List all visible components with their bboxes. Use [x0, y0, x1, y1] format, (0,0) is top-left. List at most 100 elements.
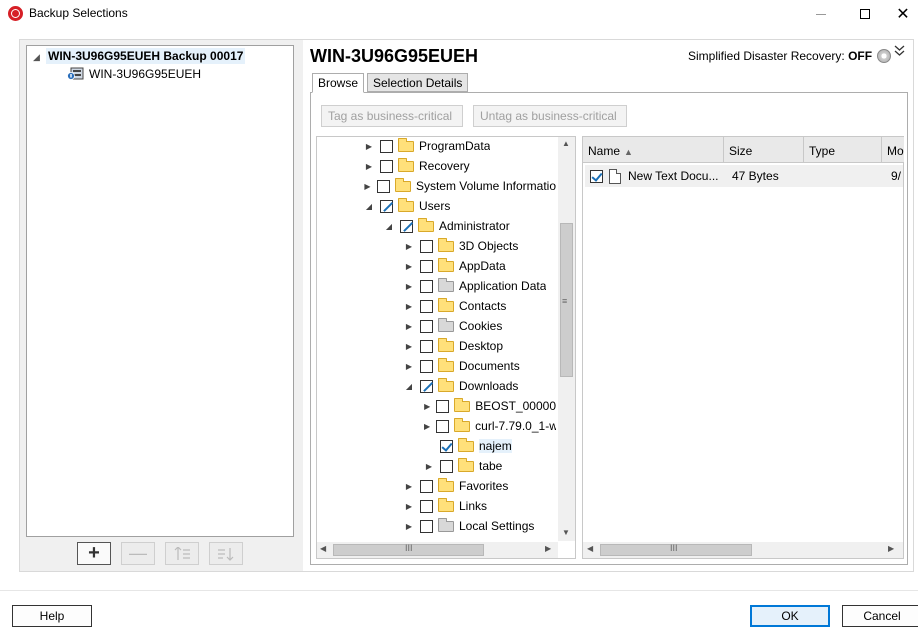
- chevron-down-icon[interactable]: ◢: [364, 202, 374, 211]
- help-button[interactable]: Help: [12, 605, 92, 627]
- chevron-right-icon[interactable]: ▶: [424, 402, 430, 411]
- sdr-toggle-icon[interactable]: [877, 49, 891, 63]
- expand-arrow-icon[interactable]: ◢: [33, 52, 40, 63]
- chevron-right-icon[interactable]: ▶: [364, 142, 374, 151]
- selection-checkbox[interactable]: [440, 439, 453, 453]
- selection-checkbox[interactable]: [420, 239, 433, 253]
- selection-checkbox[interactable]: [420, 519, 433, 533]
- tree-item[interactable]: ▶ Favorites: [404, 476, 508, 496]
- remove-button[interactable]: —: [121, 542, 155, 565]
- column-header-size[interactable]: Size: [724, 137, 804, 163]
- folder-icon: [454, 417, 471, 432]
- chevron-right-icon[interactable]: ▶: [404, 282, 414, 291]
- column-header-name[interactable]: Name ▲: [583, 137, 724, 163]
- tree-item[interactable]: ▶ AppData: [404, 256, 506, 276]
- tree-item[interactable]: najem: [424, 436, 512, 456]
- selection-checkbox[interactable]: [400, 219, 413, 233]
- selection-checkbox[interactable]: [420, 359, 433, 373]
- tree-item[interactable]: ▶ tabe: [424, 456, 502, 476]
- scroll-right-arrow-icon[interactable]: ▶: [888, 544, 894, 553]
- selection-checkbox[interactable]: [420, 259, 433, 273]
- chevron-right-icon[interactable]: ▶: [364, 162, 374, 171]
- selection-checkbox[interactable]: [420, 379, 433, 393]
- tree-root-backup[interactable]: WIN-3U96G95EUEH Backup 00017: [46, 48, 246, 64]
- selection-checkbox[interactable]: [376, 179, 390, 193]
- tab-selection-details[interactable]: Selection Details: [367, 73, 469, 92]
- selection-checkbox[interactable]: [420, 279, 433, 293]
- table-row[interactable]: New Text Docu... 47 Bytes 9/: [585, 165, 903, 187]
- selection-checkbox[interactable]: [380, 199, 393, 213]
- tree-item[interactable]: ▶ curl-7.79.0_1-w: [424, 416, 556, 436]
- tree-item[interactable]: ▶ Documents: [404, 356, 520, 376]
- tree-item[interactable]: ◢ Downloads: [404, 376, 518, 396]
- tree-item[interactable]: ▶ Application Data: [404, 276, 546, 296]
- selection-checkbox[interactable]: [420, 499, 433, 513]
- selection-checkbox[interactable]: [420, 319, 433, 333]
- file-checkbox[interactable]: [590, 169, 603, 183]
- minimize-icon: [816, 13, 826, 15]
- scroll-up-arrow-icon[interactable]: ▲: [562, 139, 570, 148]
- selection-checkbox[interactable]: [420, 299, 433, 313]
- chevron-right-icon[interactable]: ▶: [404, 302, 414, 311]
- tree-item-label: Administrator: [439, 219, 510, 233]
- selection-checkbox[interactable]: [420, 479, 433, 493]
- chevron-right-icon[interactable]: ▶: [404, 262, 414, 271]
- tree-item[interactable]: ▶ Cookies: [404, 316, 502, 336]
- chevron-right-icon[interactable]: ▶: [424, 462, 434, 471]
- chevron-right-icon[interactable]: ▶: [404, 362, 414, 371]
- chevron-right-icon[interactable]: ▶: [364, 182, 371, 191]
- tree-item[interactable]: ◢ Users: [364, 196, 450, 216]
- double-chevron-down-icon[interactable]: [894, 45, 905, 60]
- selection-checkbox[interactable]: [380, 159, 393, 173]
- tree-item[interactable]: ▶ System Volume Informatio: [364, 176, 556, 196]
- tree-item[interactable]: ▶ Contacts: [404, 296, 506, 316]
- selection-checkbox[interactable]: [436, 419, 450, 433]
- tag-business-critical-button[interactable]: Tag as business-critical: [321, 105, 463, 127]
- scroll-left-arrow-icon[interactable]: ◀: [320, 544, 326, 553]
- chevron-right-icon[interactable]: ▶: [404, 482, 414, 491]
- scroll-right-arrow-icon[interactable]: ▶: [545, 544, 551, 553]
- scroll-left-arrow-icon[interactable]: ◀: [587, 544, 593, 553]
- add-button[interactable]: +: [77, 542, 111, 565]
- selection-checkbox[interactable]: [380, 139, 393, 153]
- selection-checkbox[interactable]: [420, 339, 433, 353]
- tree-item[interactable]: ▶ 3D Objects: [404, 236, 518, 256]
- ok-button[interactable]: OK: [750, 605, 830, 627]
- selection-checkbox[interactable]: [440, 459, 453, 473]
- close-button[interactable]: ✕: [880, 0, 918, 28]
- folder-shortcut-icon: [438, 517, 454, 532]
- chevron-right-icon[interactable]: ▶: [404, 502, 414, 511]
- tab-browse[interactable]: Browse: [312, 73, 365, 93]
- column-header-type[interactable]: Type: [804, 137, 882, 163]
- untag-business-critical-button[interactable]: Untag as business-critical: [473, 105, 627, 127]
- chevron-right-icon[interactable]: ▶: [404, 242, 414, 251]
- minimize-button[interactable]: [798, 0, 844, 28]
- tree-item[interactable]: ▶ Local Settings: [404, 516, 534, 536]
- chevron-right-icon[interactable]: ▶: [404, 342, 414, 351]
- selection-checkbox[interactable]: [436, 399, 450, 413]
- scroll-down-arrow-icon[interactable]: ▼: [562, 528, 570, 537]
- chevron-down-icon[interactable]: ◢: [384, 222, 394, 231]
- chevron-right-icon[interactable]: ▶: [424, 422, 430, 431]
- folder-shortcut-icon: [438, 277, 454, 292]
- tree-item[interactable]: ▶ BEOST_00000: [424, 396, 556, 416]
- move-up-button[interactable]: [165, 542, 199, 565]
- tree-item[interactable]: ▶ Desktop: [404, 336, 503, 356]
- chevron-right-icon[interactable]: ▶: [404, 322, 414, 331]
- tree-item[interactable]: ▶ Recovery: [364, 156, 470, 176]
- backup-source-tree[interactable]: [26, 45, 294, 537]
- file-list[interactable]: [582, 136, 904, 559]
- tree-item-label: Documents: [459, 359, 520, 373]
- folder-shortcut-icon: [438, 317, 454, 332]
- chevron-down-icon[interactable]: ◢: [404, 382, 414, 391]
- folder-icon: [438, 377, 454, 392]
- chevron-right-icon[interactable]: ▶: [404, 522, 414, 531]
- tree-child-server[interactable]: WIN-3U96G95EUEH: [89, 67, 201, 81]
- tree-item[interactable]: ▶ ProgramData: [364, 136, 490, 156]
- tree-item[interactable]: ◢ Administrator: [384, 216, 510, 236]
- maximize-icon: [860, 9, 870, 19]
- move-down-button[interactable]: [209, 542, 243, 565]
- column-header-modified[interactable]: Mo: [882, 137, 904, 163]
- tree-item[interactable]: ▶ Links: [404, 496, 487, 516]
- cancel-button[interactable]: Cancel: [842, 605, 918, 627]
